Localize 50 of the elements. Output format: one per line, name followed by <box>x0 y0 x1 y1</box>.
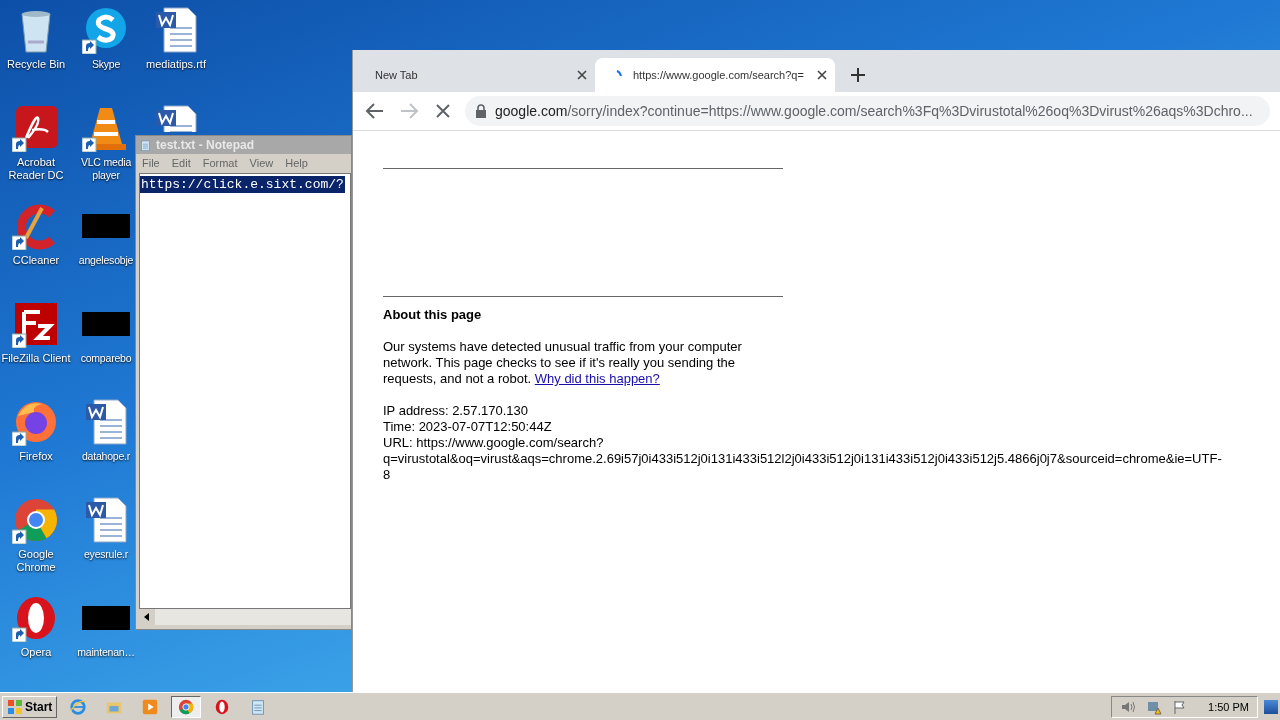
icon-label[interactable]: mediatips.rtf <box>146 58 206 71</box>
notepad-icon <box>139 138 152 152</box>
lock-icon[interactable] <box>475 104 487 118</box>
menu-item[interactable]: Format <box>196 157 244 169</box>
menu-item[interactable]: File <box>136 157 166 169</box>
icon-label[interactable]: VLC media player <box>77 156 135 182</box>
detail-line: Time: 2023-07-07T12:50:44Z <box>383 419 553 435</box>
clock[interactable]: 1:50 PM <box>1208 700 1249 713</box>
address-bar[interactable]: google.com/sorry/index?continue=https://www.google.com/search%3Fq%3Dvirustotal%26oq%3Dvirust%26aqs%3Dchro... <box>465 96 1270 126</box>
taskbar-button[interactable] <box>171 695 202 718</box>
close-icon[interactable] <box>817 70 827 80</box>
page-heading: About this page <box>383 307 483 323</box>
icon-label[interactable]: Google Chrome <box>0 548 72 574</box>
tab-title: https://www.google.com/search?q= <box>633 69 805 81</box>
tab-title: New Tab <box>375 69 419 81</box>
icon-label[interactable]: Firefox <box>19 450 53 463</box>
window-title: test.txt - Notepad <box>156 138 254 152</box>
text-content: https://click.e.sixt.com/? <box>140 176 345 193</box>
app-icon[interactable] <box>12 104 60 152</box>
icon-label[interactable]: datahope.r <box>81 450 131 463</box>
icon-label[interactable]: angelesobje <box>78 254 134 267</box>
icon-label[interactable]: CCleaner <box>12 254 60 267</box>
menu-item[interactable]: Help <box>279 157 314 169</box>
browser-tab[interactable]: New Tab <box>355 58 595 92</box>
icon-label[interactable]: Recycle Bin <box>6 58 66 71</box>
icon-label[interactable]: Opera <box>20 646 52 659</box>
show-desktop-button[interactable] <box>1264 699 1278 714</box>
detail-line: IP address: 2.57.170.130 <box>383 403 530 419</box>
icon-label[interactable]: comparebo <box>80 352 132 365</box>
play-icon <box>141 697 160 716</box>
icon-label[interactable]: FileZilla Client <box>1 352 71 365</box>
new-tab-icon[interactable] <box>851 68 865 82</box>
start-button[interactable]: Start <box>2 695 58 718</box>
menu-item[interactable]: Edit <box>165 157 197 169</box>
start-logo-icon <box>7 698 23 715</box>
app-icon[interactable] <box>12 496 60 544</box>
icon-label[interactable]: Acrobat Reader DC <box>0 156 72 182</box>
circle-logo-icon <box>177 697 196 716</box>
browser-tab[interactable]: https://www.google.com/search?q= <box>595 58 835 92</box>
icon-label[interactable]: Skype <box>91 58 121 71</box>
close-icon[interactable] <box>577 70 587 80</box>
icon-label[interactable]: maintenan… <box>77 646 135 659</box>
icon-label[interactable]: eyesrule.r <box>83 548 129 561</box>
e-logo-icon <box>69 697 88 716</box>
app-icon[interactable] <box>12 300 60 348</box>
menu-item[interactable]: View <box>243 157 280 169</box>
text-area[interactable]: https://click.e.sixt.com/? <box>139 173 351 609</box>
paragraph: Our systems have detected unusual traffic from your computer network. This page checks to see if it's really you sending the requests, and not a robot. Why did this happen? <box>383 339 743 387</box>
detail-line: URL: https://www.google.com/search?q=virustotal&oq=virust&aqs=chrome.2.69i57j0i433i512j0i131i433i512l2j0i433i512j0i131i433i512j0i433i512j5.4866j0j7&sourceid=chrome&ie=UTF-8 <box>383 435 1223 483</box>
help-link[interactable]: Why did this happen? <box>534 371 660 386</box>
